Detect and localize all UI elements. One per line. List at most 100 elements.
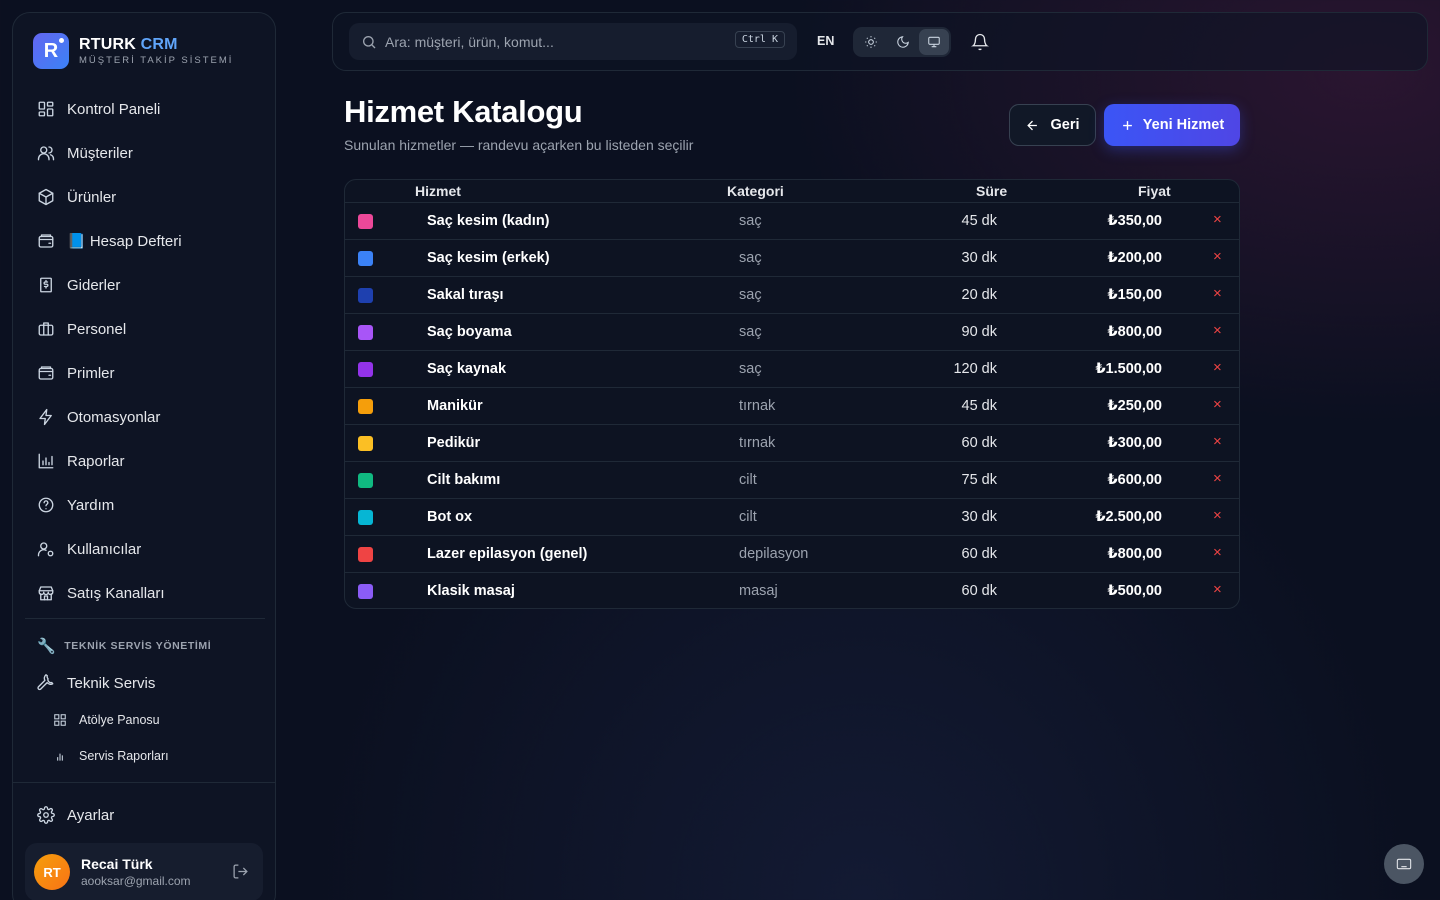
delete-icon[interactable]: × (1213, 248, 1222, 265)
delete-icon[interactable]: × (1213, 211, 1222, 228)
table-row[interactable]: Saç boyama saç 90 dk ₺800,00 × (345, 313, 1239, 350)
service-duration: 60 dk (961, 546, 997, 562)
color-swatch (358, 547, 373, 562)
language-switch[interactable]: EN (817, 34, 834, 48)
sidebar-subitem-label: Atölye Panosu (79, 713, 160, 727)
delete-icon[interactable]: × (1213, 470, 1222, 487)
theme-dark-button[interactable] (888, 29, 918, 55)
header-sure[interactable]: Süre (976, 183, 1007, 199)
table-row[interactable]: Cilt bakımı cilt 75 dk ₺600,00 × (345, 461, 1239, 498)
sidebar-item-label: Teknik Servis (67, 674, 156, 692)
table-row[interactable]: Saç kesim (erkek) saç 30 dk ₺200,00 × (345, 239, 1239, 276)
keyboard-shortcuts-button[interactable] (1384, 844, 1424, 884)
new-service-button[interactable]: Yeni Hizmet (1104, 104, 1240, 146)
service-name: Saç kesim (kadın) (427, 213, 550, 229)
sidebar: R RTURK CRM MÜŞTERİ TAKİP SİSTEMİ Kontro… (12, 12, 276, 900)
service-category: tırnak (739, 435, 776, 451)
search-input[interactable] (385, 33, 725, 50)
header-hizmet[interactable]: Hizmet (415, 183, 461, 199)
sidebar-item-urunler[interactable]: Ürünler (25, 175, 265, 219)
table-row[interactable]: Saç kaynak saç 120 dk ₺1.500,00 × (345, 350, 1239, 387)
notifications-button[interactable] (971, 33, 989, 56)
service-duration: 60 dk (961, 435, 997, 451)
sidebar-item-giderler[interactable]: Giderler (25, 263, 265, 307)
service-category: depilasyon (739, 546, 809, 562)
delete-icon[interactable]: × (1213, 581, 1222, 598)
sidebar-item-kullanicilar[interactable]: Kullanıcılar (25, 527, 265, 571)
service-category: saç (739, 250, 762, 266)
brand-name-main: RTURK (79, 36, 136, 53)
table-row[interactable]: Lazer epilasyon (genel) depilasyon 60 dk ₺8… (345, 535, 1239, 572)
service-category: saç (739, 287, 762, 303)
table-row[interactable]: Bot ox cilt 30 dk ₺2.500,00 × (345, 498, 1239, 535)
service-category: saç (739, 213, 762, 229)
back-button[interactable]: Geri (1009, 104, 1096, 146)
shortcut-hint: Ctrl K (734, 31, 785, 48)
sidebar-item-yardim[interactable]: Yardım (25, 483, 265, 527)
theme-system-button[interactable] (919, 29, 950, 55)
sidebar-item-hesap-defteri[interactable]: 📘 Hesap Defteri (25, 219, 265, 263)
delete-icon[interactable]: × (1213, 544, 1222, 561)
sidebar-item-musteriler[interactable]: Müşteriler (25, 131, 265, 175)
service-price: ₺250,00 (1107, 398, 1162, 414)
sidebar-item-otomasyonlar[interactable]: Otomasyonlar (25, 395, 265, 439)
new-service-button-label: Yeni Hizmet (1142, 117, 1225, 133)
color-swatch (358, 399, 373, 414)
service-category: cilt (739, 472, 757, 488)
brand[interactable]: R RTURK CRM MÜŞTERİ TAKİP SİSTEMİ (33, 33, 233, 69)
sidebar-subitem-servis-raporlari[interactable]: Servis Raporları (53, 749, 169, 763)
table-row[interactable]: Klasik masaj masaj 60 dk ₺500,00 × (345, 572, 1239, 608)
sidebar-item-label: 📘 Hesap Defteri (67, 233, 182, 250)
service-name: Saç boyama (427, 324, 512, 340)
delete-icon[interactable]: × (1213, 285, 1222, 302)
bolt-icon (37, 408, 55, 426)
sidebar-item-label: Müşteriler (67, 144, 133, 162)
sidebar-subitem-atolye-panosu[interactable]: Atölye Panosu (53, 713, 160, 727)
user-cog-icon (37, 540, 55, 558)
color-swatch (358, 436, 373, 451)
wallet-icon (37, 232, 55, 250)
service-category: masaj (739, 583, 778, 599)
delete-icon[interactable]: × (1213, 507, 1222, 524)
service-nav: Teknik Servis (25, 661, 265, 705)
table-row[interactable]: Saç kesim (kadın) saç 45 dk ₺350,00 × (345, 202, 1239, 239)
delete-icon[interactable]: × (1213, 433, 1222, 450)
header-fiyat[interactable]: Fiyat (1138, 183, 1171, 199)
user-email: aooksar@gmail.com (81, 874, 191, 888)
sidebar-item-teknik-servis[interactable]: Teknik Servis (25, 661, 265, 705)
color-swatch (358, 214, 373, 229)
logout-icon[interactable] (232, 863, 249, 885)
sidebar-item-ayarlar[interactable]: Ayarlar (25, 793, 265, 837)
service-name: Bot ox (427, 509, 473, 525)
dashboard-icon (37, 100, 55, 118)
brand-name-accent: CRM (140, 36, 178, 53)
brand-subtitle: MÜŞTERİ TAKİP SİSTEMİ (79, 55, 234, 66)
delete-icon[interactable]: × (1213, 322, 1222, 339)
sidebar-item-primler[interactable]: Primler (25, 351, 265, 395)
service-price: ₺1.500,00 (1095, 361, 1162, 377)
help-circle-icon (37, 496, 55, 514)
sidebar-item-label: Personel (67, 320, 127, 338)
search-box[interactable]: Ctrl K (349, 23, 797, 60)
delete-icon[interactable]: × (1213, 359, 1222, 376)
delete-icon[interactable]: × (1213, 396, 1222, 413)
theme-light-button[interactable] (856, 29, 886, 55)
sidebar-item-satis-kanallari[interactable]: Satış Kanalları (25, 571, 265, 615)
page-subtitle: Sunulan hizmetler — randevu açarken bu l… (344, 137, 694, 153)
header-kategori[interactable]: Kategori (727, 183, 784, 199)
wrench-icon: 🔧 (37, 638, 57, 655)
service-name: Klasik masaj (427, 583, 515, 599)
table-row[interactable]: Pedikür tırnak 60 dk ₺300,00 × (345, 424, 1239, 461)
package-icon (37, 188, 55, 206)
sidebar-subitem-label: Servis Raporları (79, 749, 169, 763)
back-button-label: Geri (1050, 117, 1080, 133)
service-duration: 60 dk (961, 583, 997, 599)
table-row[interactable]: Manikür tırnak 45 dk ₺250,00 × (345, 387, 1239, 424)
sidebar-item-kontrol-paneli[interactable]: Kontrol Paneli (25, 87, 265, 131)
user-card[interactable]: RT Recai Türk aooksar@gmail.com (25, 843, 263, 900)
table-row[interactable]: Sakal tıraşı saç 20 dk ₺150,00 × (345, 276, 1239, 313)
sidebar-item-personel[interactable]: Personel (25, 307, 265, 351)
keyboard-icon (1396, 858, 1412, 870)
sidebar-item-raporlar[interactable]: Raporlar (25, 439, 265, 483)
sidebar-item-label: Kullanıcılar (67, 540, 142, 558)
